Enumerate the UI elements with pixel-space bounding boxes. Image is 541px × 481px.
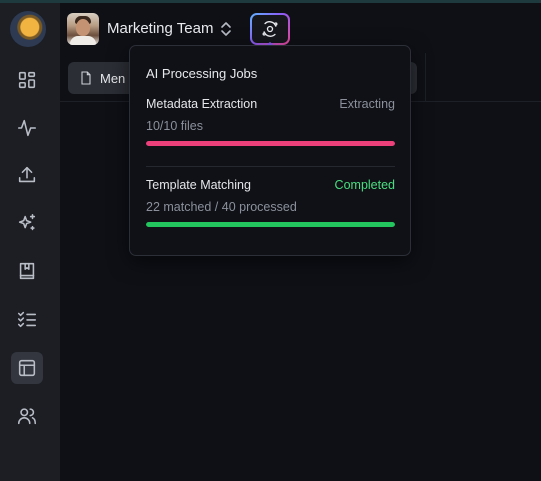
file-icon: [81, 71, 91, 85]
upload-icon[interactable]: [11, 159, 43, 191]
popover-title: AI Processing Jobs: [146, 66, 258, 81]
planet-logo-icon[interactable]: [10, 11, 46, 47]
job-detail: 10/10 files: [146, 119, 203, 133]
tab-document[interactable]: Men: [68, 62, 138, 94]
book-icon[interactable]: [11, 255, 43, 287]
job-status: Extracting: [339, 97, 395, 111]
activity-pulse-icon[interactable]: [11, 112, 43, 144]
chevrons-up-down-icon[interactable]: [219, 21, 233, 37]
job-progress-bar: [146, 141, 395, 146]
ai-jobs-popover: AI Processing Jobs Metadata Extraction E…: [129, 45, 411, 256]
job-name: Metadata Extraction: [146, 97, 258, 111]
avatar[interactable]: [67, 13, 99, 45]
job-progress-fill: [146, 222, 395, 227]
job-separator: [146, 166, 395, 167]
tab-label: Men: [100, 70, 126, 86]
header-divider: [425, 53, 426, 101]
job-detail: 22 matched / 40 processed: [146, 200, 297, 214]
job-status: Completed: [334, 178, 395, 192]
job-progress-bar: [146, 222, 395, 227]
layout-table-icon[interactable]: [11, 352, 43, 384]
orbit-ai-icon: [262, 21, 278, 37]
checklist-icon[interactable]: [11, 303, 43, 335]
job-name: Template Matching: [146, 178, 251, 192]
ai-jobs-button[interactable]: [250, 13, 290, 45]
dashboard-grid-icon[interactable]: [11, 64, 43, 96]
team-name[interactable]: Marketing Team: [107, 20, 213, 37]
sidebar: [0, 3, 60, 481]
sparkles-icon[interactable]: [11, 207, 43, 239]
job-progress-fill: [146, 141, 395, 146]
users-icon[interactable]: [11, 400, 43, 432]
